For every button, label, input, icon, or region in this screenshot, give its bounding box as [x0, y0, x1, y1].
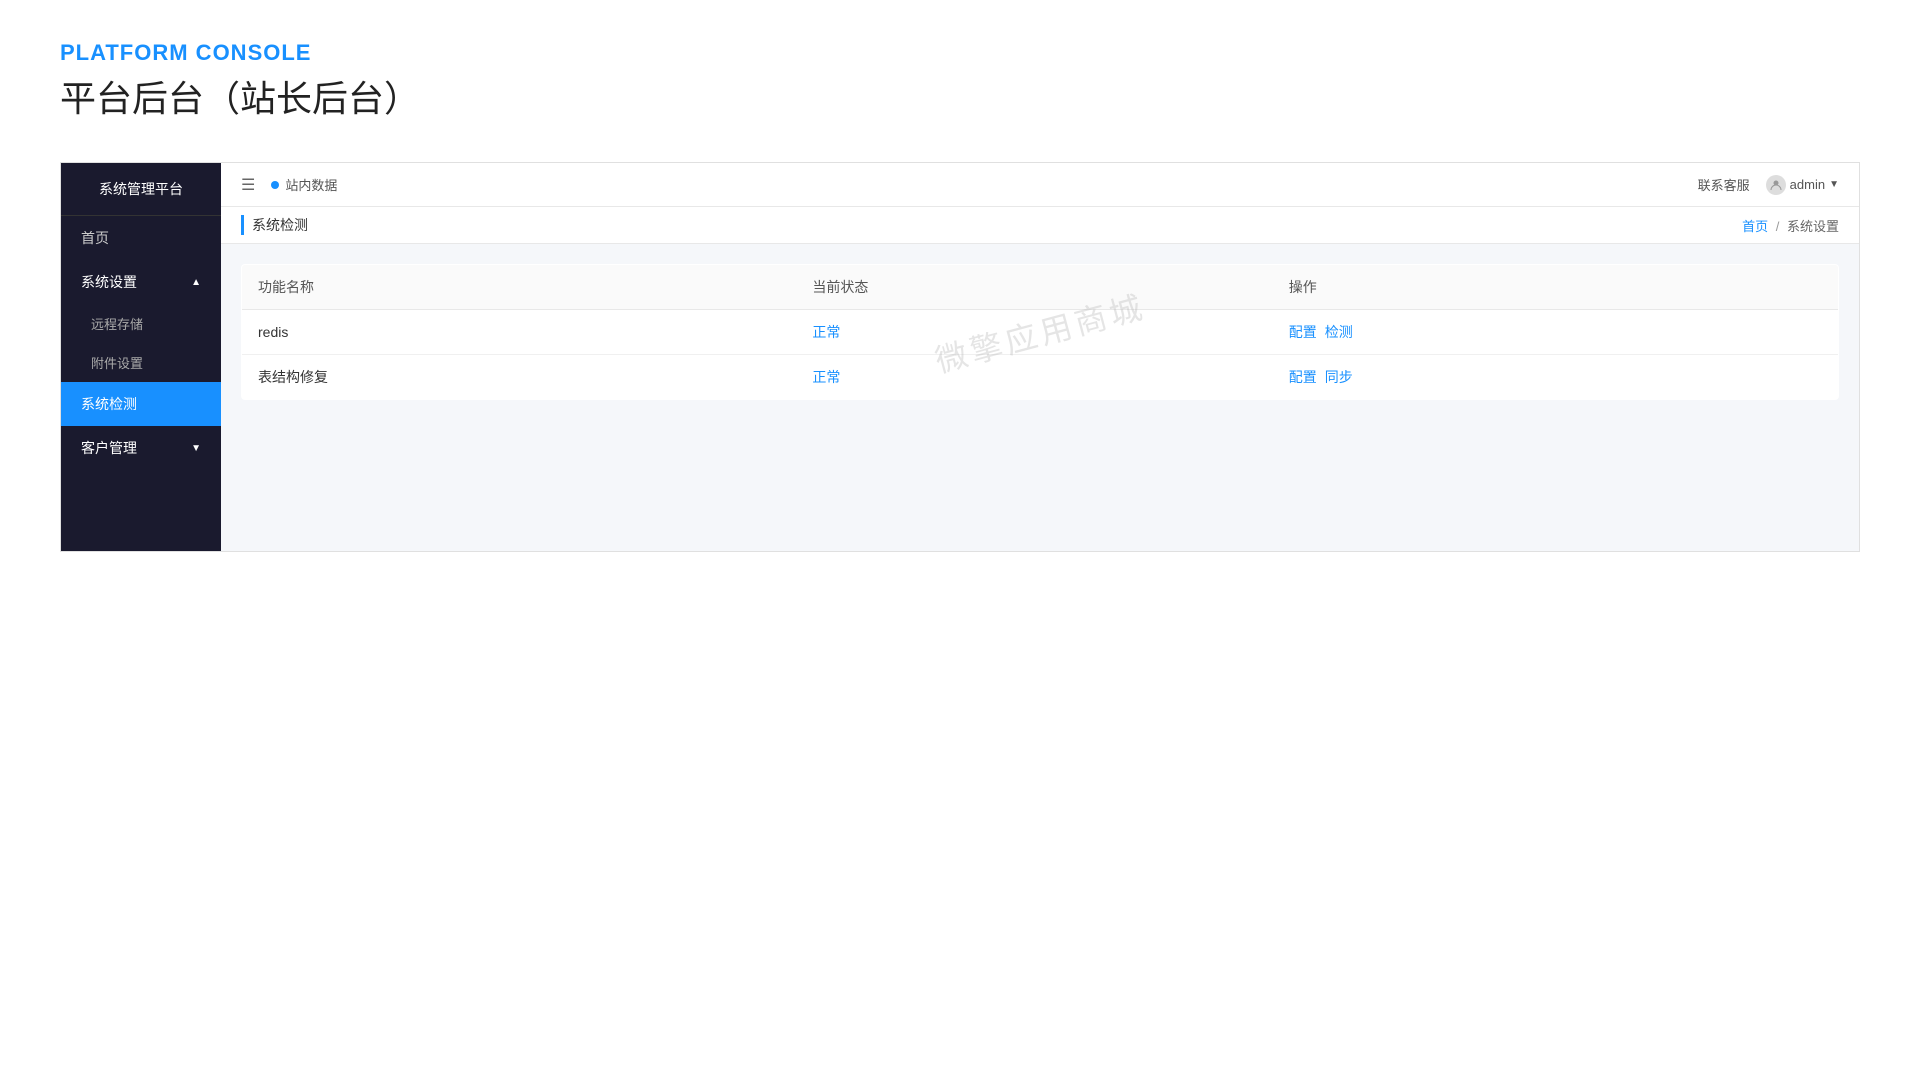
page-header: PLATFORM CONSOLE 平台后台（站长后台） — [0, 0, 1920, 142]
sidebar-item-system-settings[interactable]: 系统设置 ▲ — [61, 260, 221, 304]
admin-label: admin — [1790, 177, 1825, 192]
sidebar: 系统管理平台 首页 系统设置 ▲ 远程存储 附件设置 系统检测 客户管理 ▼ — [61, 163, 221, 551]
breadcrumb-current: 系统检测 — [252, 215, 308, 235]
breadcrumb-bar: 系统检测 首页 / 系统设置 — [221, 207, 1859, 244]
topbar-breadnav: 站内数据 — [271, 175, 337, 194]
sidebar-customer-management-label: 客户管理 — [81, 438, 137, 458]
table-row: redis正常配置检测 — [242, 310, 1839, 355]
sidebar-item-customer-management[interactable]: 客户管理 ▼ — [61, 426, 221, 470]
table-body: redis正常配置检测表结构修复正常配置同步 — [242, 310, 1839, 400]
breadcrumb-home-link[interactable]: 首页 — [1742, 219, 1768, 234]
breadcrumb-left: 系统检测 — [241, 215, 308, 235]
topbar-nav-label[interactable]: 站内数据 — [285, 175, 337, 194]
main-content: ☰ 站内数据 联系客服 admin ▼ — [221, 163, 1859, 551]
col-header-name: 功能名称 — [242, 265, 797, 310]
contact-service-link[interactable]: 联系客服 — [1698, 175, 1750, 194]
data-table: 功能名称 当前状态 操作 redis正常配置检测表结构修复正常配置同步 — [241, 264, 1839, 400]
cell-status-1: 正常 — [796, 355, 1272, 400]
breadcrumb-separator: / — [1776, 219, 1783, 234]
sidebar-item-system-check[interactable]: 系统检测 — [61, 382, 221, 426]
en-title: PLATFORM CONSOLE — [60, 40, 1860, 66]
menu-icon[interactable]: ☰ — [241, 175, 255, 195]
zh-title: 平台后台（站长后台） — [60, 70, 1860, 122]
sidebar-nav: 首页 系统设置 ▲ 远程存储 附件设置 系统检测 客户管理 ▼ — [61, 216, 221, 551]
admin-dropdown-icon[interactable]: ▼ — [1829, 179, 1839, 190]
table-header-row: 功能名称 当前状态 操作 — [242, 265, 1839, 310]
topbar: ☰ 站内数据 联系客服 admin ▼ — [221, 163, 1859, 207]
sidebar-title: 系统管理平台 — [61, 163, 221, 216]
breadcrumb-right: 首页 / 系统设置 — [1742, 216, 1839, 235]
sidebar-item-remote-storage[interactable]: 远程存储 — [61, 304, 221, 343]
chevron-down-icon: ▼ — [191, 443, 201, 454]
topbar-right: 联系客服 admin ▼ — [1698, 175, 1839, 195]
breadcrumb-section: 系统设置 — [1787, 219, 1839, 234]
cell-name-1: 表结构修复 — [242, 355, 797, 400]
cell-actions-0: 配置检测 — [1273, 310, 1839, 355]
chevron-up-icon: ▲ — [191, 277, 201, 288]
cell-actions-1: 配置同步 — [1273, 355, 1839, 400]
admin-badge[interactable]: admin ▼ — [1766, 175, 1839, 195]
table-container: 功能名称 当前状态 操作 redis正常配置检测表结构修复正常配置同步 微擎应用… — [241, 264, 1839, 400]
console-wrapper: 系统管理平台 首页 系统设置 ▲ 远程存储 附件设置 系统检测 客户管理 ▼ — [60, 162, 1860, 552]
sidebar-item-attachment-settings[interactable]: 附件设置 — [61, 343, 221, 382]
sidebar-item-home[interactable]: 首页 — [61, 216, 221, 260]
action-sync-1[interactable]: 同步 — [1325, 369, 1353, 385]
nav-dot-icon — [271, 181, 279, 189]
cell-status-0: 正常 — [796, 310, 1272, 355]
action-config-0[interactable]: 配置 — [1289, 324, 1317, 340]
col-header-status: 当前状态 — [796, 265, 1272, 310]
table-row: 表结构修复正常配置同步 — [242, 355, 1839, 400]
action-config-1[interactable]: 配置 — [1289, 369, 1317, 385]
sidebar-home-label: 首页 — [81, 228, 109, 248]
table-area: 功能名称 当前状态 操作 redis正常配置检测表结构修复正常配置同步 微擎应用… — [221, 244, 1859, 551]
sidebar-system-settings-label: 系统设置 — [81, 272, 137, 292]
col-header-actions: 操作 — [1273, 265, 1839, 310]
topbar-left: ☰ 站内数据 — [241, 175, 337, 195]
admin-avatar-icon — [1766, 175, 1786, 195]
sidebar-attachment-settings-label: 附件设置 — [91, 356, 143, 371]
sidebar-system-check-label: 系统检测 — [81, 394, 137, 414]
cell-name-0: redis — [242, 310, 797, 355]
table-header: 功能名称 当前状态 操作 — [242, 265, 1839, 310]
action-check-0[interactable]: 检测 — [1325, 324, 1353, 340]
sidebar-remote-storage-label: 远程存储 — [91, 317, 143, 332]
